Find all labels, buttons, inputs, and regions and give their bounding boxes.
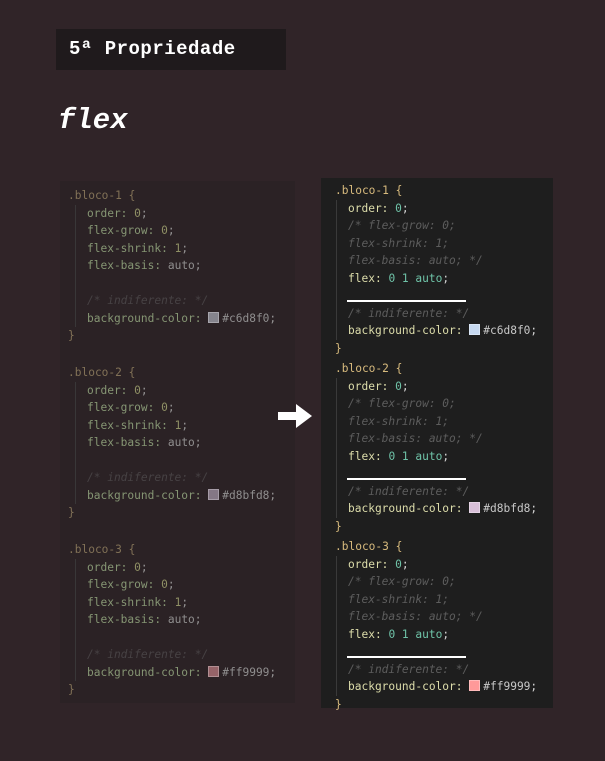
comment: /* flex-grow: 0;	[348, 575, 456, 588]
right-arrow-icon	[278, 404, 312, 428]
comment: /* indiferente: */	[348, 662, 470, 676]
comment: flex-basis: auto; */	[348, 254, 483, 267]
comment: flex-shrink: 1;	[348, 414, 450, 428]
closing-brace: }	[335, 341, 342, 355]
color-value: #ff9999	[483, 680, 531, 693]
flex-prop-name: flex:	[348, 271, 382, 285]
prop-name: flex-shrink:	[87, 595, 168, 609]
prop-name: background-color:	[348, 324, 463, 337]
color-swatch	[208, 665, 220, 677]
color-swatch	[208, 311, 220, 323]
css-rule-bloco-3: .bloco-3 { order: 0; /* flex-grow: 0; fl…	[335, 540, 538, 711]
color-value: #d8bfd8	[483, 502, 531, 515]
prop-name: order:	[87, 560, 128, 574]
prop-value: 0	[134, 560, 141, 574]
prop-name: order:	[87, 206, 128, 220]
comment: flex-basis: auto; */	[348, 432, 483, 445]
closing-brace: }	[68, 329, 75, 342]
prop-name: background-color:	[87, 311, 202, 325]
prop-value: 0	[161, 224, 168, 237]
color-value: #c6d8f0	[222, 311, 270, 325]
comment: flex-shrink: 1;	[348, 236, 450, 250]
flex-prop-value: 0 1 auto	[388, 449, 443, 463]
prop-name: order:	[348, 201, 389, 215]
prop-name: flex-basis:	[87, 613, 162, 626]
css-rule-bloco-1: .bloco-1 { order: 0; /* flex-grow: 0; fl…	[335, 184, 538, 355]
prop-value: 0	[161, 578, 168, 591]
prop-value: 0	[395, 379, 402, 393]
comment: flex-basis: auto; */	[348, 610, 483, 623]
color-swatch	[469, 502, 481, 513]
prop-value: 0	[395, 201, 402, 215]
flex-prop-value: 0 1 auto	[388, 271, 443, 285]
prop-value: 0	[395, 557, 402, 571]
selector: .bloco-3 {	[68, 543, 136, 556]
comment: /* indiferente: */	[87, 471, 209, 484]
prop-name: background-color:	[87, 665, 202, 679]
prop-name: flex-grow:	[87, 401, 155, 414]
prop-name: background-color:	[348, 502, 463, 515]
slide-title: 5ª Propriedade	[56, 29, 286, 70]
prop-name: flex-shrink:	[87, 241, 168, 255]
prop-name: background-color:	[87, 488, 202, 502]
comment: /* flex-grow: 0;	[348, 219, 456, 232]
prop-name: background-color:	[348, 680, 463, 693]
color-value: #d8bfd8	[222, 488, 270, 502]
color-swatch	[469, 324, 481, 335]
color-swatch	[469, 680, 481, 691]
closing-brace: }	[335, 519, 342, 533]
css-rule-bloco-2: .bloco-2 { order: 0; flex-grow: 0; flex-…	[68, 366, 277, 519]
color-value: #ff9999	[222, 665, 270, 679]
selector: .bloco-1 {	[68, 189, 136, 202]
color-value: #c6d8f0	[483, 324, 531, 337]
prop-value: 0	[134, 383, 141, 397]
closing-brace: }	[68, 683, 75, 696]
css-rule-bloco-3: .bloco-3 { order: 0; flex-grow: 0; flex-…	[68, 543, 277, 696]
code-panel-after: .bloco-1 { order: 0; /* flex-grow: 0; fl…	[321, 178, 553, 711]
code-panel-before: .bloco-1 { order: 0; flex-grow: 0; flex-…	[60, 181, 295, 703]
closing-brace: }	[335, 697, 342, 711]
flex-prop-name: flex:	[348, 449, 382, 463]
prop-name: flex-basis:	[87, 259, 162, 272]
comment: flex-shrink: 1;	[348, 592, 450, 606]
prop-name: order:	[348, 379, 389, 393]
prop-value: 0	[161, 401, 168, 414]
prop-name: flex-shrink:	[87, 418, 168, 432]
prop-name: flex-grow:	[87, 224, 155, 237]
prop-name: flex-grow:	[87, 578, 155, 591]
prop-value: auto	[167, 259, 195, 272]
selector: .bloco-2 {	[335, 362, 403, 375]
comment: /* indiferente: */	[348, 484, 470, 498]
prop-value: auto	[167, 436, 195, 449]
comment: /* indiferente: */	[348, 306, 470, 320]
property-heading: flex	[58, 104, 128, 137]
selector: .bloco-2 {	[68, 366, 136, 379]
closing-brace: }	[68, 506, 75, 519]
prop-name: order:	[348, 557, 389, 571]
selector: .bloco-3 {	[335, 540, 403, 553]
comment: /* indiferente: */	[87, 648, 209, 661]
color-swatch	[208, 488, 220, 500]
prop-name: order:	[87, 383, 128, 397]
css-rule-bloco-2: .bloco-2 { order: 0; /* flex-grow: 0; fl…	[335, 362, 538, 533]
prop-name: flex-basis:	[87, 436, 162, 449]
prop-value: auto	[167, 613, 195, 626]
flex-prop-name: flex:	[348, 627, 382, 641]
flex-prop-value: 0 1 auto	[388, 627, 443, 641]
selector: .bloco-1 {	[335, 184, 403, 197]
comment: /* flex-grow: 0;	[348, 397, 456, 410]
css-rule-bloco-1: .bloco-1 { order: 0; flex-grow: 0; flex-…	[68, 189, 277, 342]
prop-value: 0	[134, 206, 141, 220]
comment: /* indiferente: */	[87, 294, 209, 307]
